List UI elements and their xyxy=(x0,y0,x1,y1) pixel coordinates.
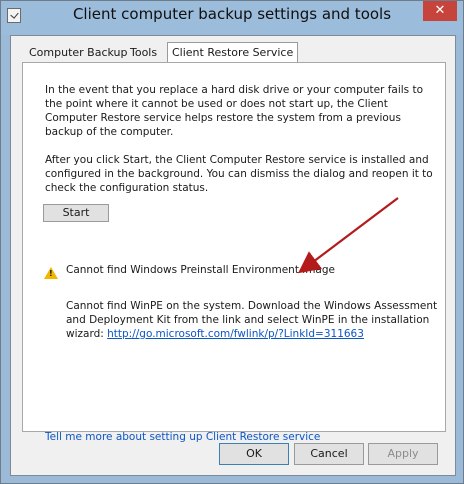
arrow-line xyxy=(297,197,399,274)
annotation-arrow xyxy=(297,197,399,274)
